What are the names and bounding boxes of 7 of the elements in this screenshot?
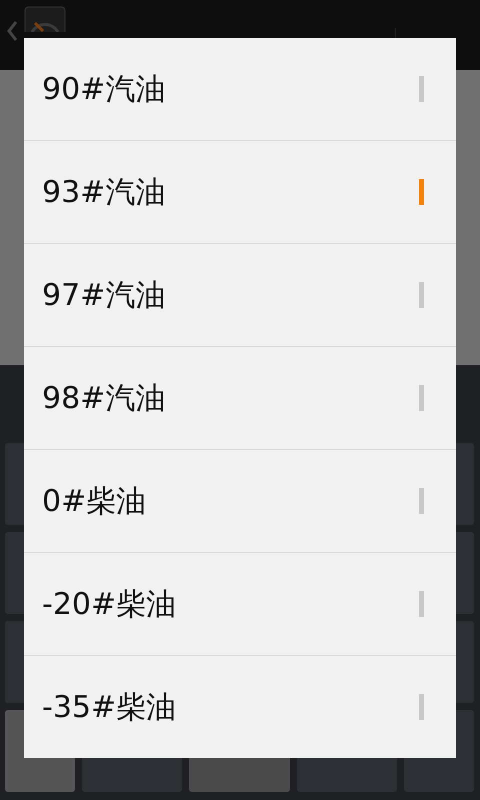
option-label: 0#柴油 (42, 482, 146, 520)
option-label: 97#汽油 (42, 276, 166, 314)
option-label: -20#柴油 (42, 586, 176, 624)
option-label: 90#汽油 (42, 70, 166, 108)
option-label: 93#汽油 (42, 174, 166, 212)
option-label: 98#汽油 (42, 380, 166, 418)
option-label: -35#柴油 (42, 688, 176, 726)
